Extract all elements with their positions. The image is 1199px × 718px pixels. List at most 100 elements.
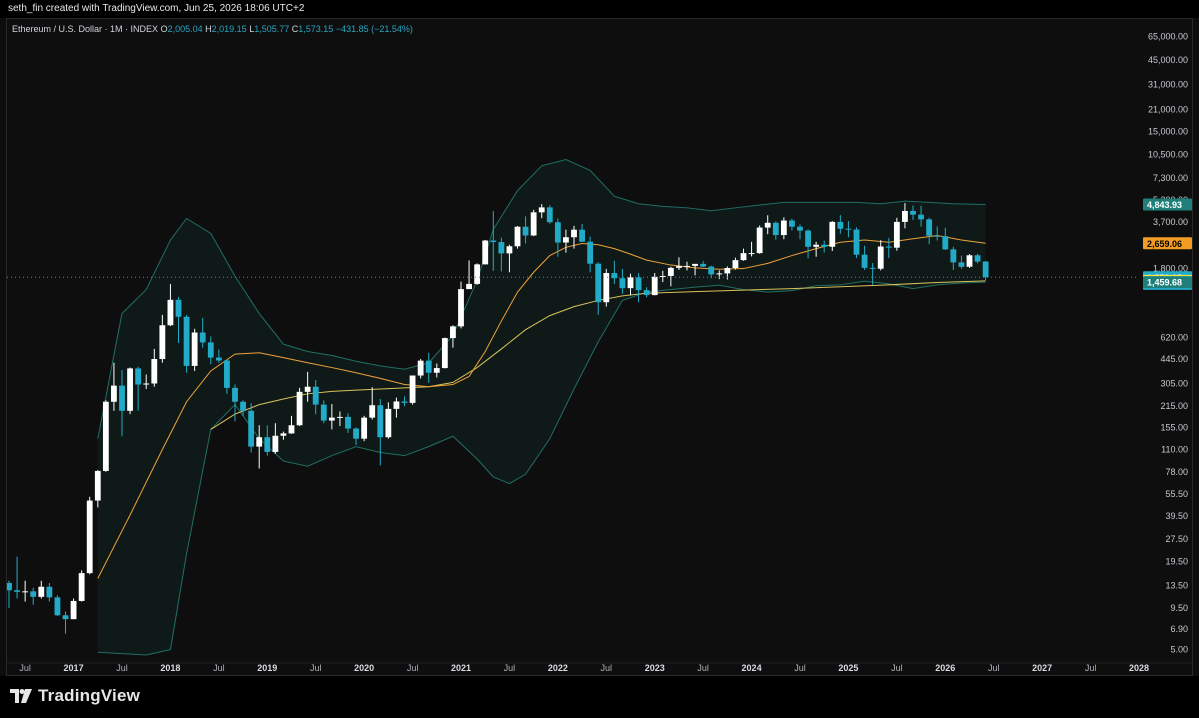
candle-body (514, 226, 521, 247)
candle-body (345, 416, 351, 429)
candle-body (764, 222, 771, 228)
candle-body (869, 267, 876, 269)
x-tick-label: Jul (697, 663, 709, 673)
candle-body (780, 220, 787, 236)
candle-body (732, 260, 739, 269)
candle-body (312, 386, 319, 405)
candle (417, 359, 424, 379)
candle-body (369, 405, 376, 418)
tradingview-brand[interactable]: TradingView (10, 686, 140, 706)
price-label-text: 1,459.68 (1147, 278, 1182, 288)
candle-body (659, 275, 666, 277)
candle-body (667, 267, 674, 276)
candle (127, 367, 133, 415)
candle-body (264, 437, 271, 452)
candle-body (482, 240, 489, 265)
candle-body (441, 338, 448, 369)
candle-body (538, 207, 545, 213)
candle (183, 314, 190, 373)
x-tick-label: 2028 (1129, 663, 1149, 673)
price-label-text: 2,659.06 (1147, 239, 1182, 249)
x-tick-label: Jul (504, 663, 516, 673)
symbol-legend: Ethereum / U.S. Dollar · 1M · INDEX O2,0… (12, 24, 413, 34)
candle-body (409, 375, 416, 403)
price-chart[interactable]: 65,000.00 45,000.00 31,000.00 21,000.00 15,0… (7, 19, 1193, 676)
candle (829, 221, 836, 252)
candle-body (926, 219, 933, 236)
candle-body (337, 416, 343, 418)
candle-body (546, 207, 553, 223)
candle-body (498, 242, 505, 254)
candle-body (191, 332, 198, 366)
candle-body (934, 235, 941, 237)
candle (70, 598, 77, 620)
y-tick-label: 155.00 (1160, 422, 1188, 432)
candle-body (490, 240, 497, 243)
open-label: O (160, 24, 168, 34)
candle (893, 217, 900, 251)
candle-body (845, 228, 852, 230)
candle-body (353, 428, 359, 439)
candle-body (288, 425, 295, 434)
candle (102, 400, 109, 472)
candle-body (797, 226, 803, 231)
candle-body (805, 230, 811, 247)
candle (603, 268, 610, 307)
candle-body (756, 227, 763, 254)
candle-body (224, 360, 230, 388)
y-tick-label: 27.50 (1165, 534, 1188, 544)
y-tick-label: 445.00 (1160, 354, 1188, 364)
candle-body (910, 210, 916, 215)
candle-body (94, 470, 101, 501)
candle-body (635, 277, 642, 291)
y-tick-label: 39.50 (1165, 511, 1188, 521)
candle-body (643, 290, 650, 296)
attribution-bar: seth_fin created with TradingView.com, J… (0, 0, 1199, 18)
x-tick-label: 2020 (354, 663, 374, 673)
candle-body (433, 368, 440, 373)
candle-body (417, 360, 424, 376)
candle-body (829, 221, 836, 247)
y-tick-label: 45,000.00 (1148, 55, 1188, 65)
x-tick-label: 2018 (160, 663, 180, 673)
chart-frame[interactable]: 65,000.00 45,000.00 31,000.00 21,000.00 15,0… (6, 18, 1193, 676)
x-tick-label: Jul (1085, 663, 1097, 673)
candle (78, 570, 85, 602)
candle-body (54, 597, 61, 616)
candle-body (700, 263, 707, 267)
y-tick-label: 6.90 (1170, 624, 1188, 634)
candle (441, 337, 448, 369)
candle-body (304, 386, 311, 392)
candle-body (22, 591, 29, 593)
candle-body (143, 383, 150, 385)
candle-body (7, 582, 12, 591)
y-tick-label: 55.50 (1165, 489, 1188, 499)
candle-body (458, 289, 464, 327)
change-value: −431.85 (−21.54%) (335, 24, 413, 34)
candle (191, 328, 198, 371)
candle-body (595, 263, 602, 303)
candle-body (62, 615, 69, 620)
candle-body (571, 229, 577, 238)
y-tick-label: 31,000.00 (1148, 79, 1188, 89)
candle-body (530, 212, 537, 236)
candle-body (740, 253, 747, 261)
candle-body (902, 210, 908, 222)
candle-body (175, 299, 182, 317)
price-label-text: 4,843.93 (1147, 200, 1182, 210)
candle-body (853, 229, 860, 255)
candle-body (619, 278, 626, 289)
y-tick-label: 305.00 (1160, 378, 1188, 388)
candle-body (159, 325, 166, 360)
y-tick-label: 215.00 (1160, 401, 1188, 411)
candle-body (14, 590, 20, 592)
candle-body (296, 391, 303, 426)
candle-body (885, 246, 892, 248)
y-tick-label: 9.50 (1170, 603, 1188, 613)
candle-body (240, 401, 246, 411)
candle (853, 227, 860, 258)
candle-body (38, 586, 45, 597)
x-tick-label: 2027 (1032, 663, 1052, 673)
candle-body (708, 266, 715, 275)
candle-body (587, 241, 594, 264)
